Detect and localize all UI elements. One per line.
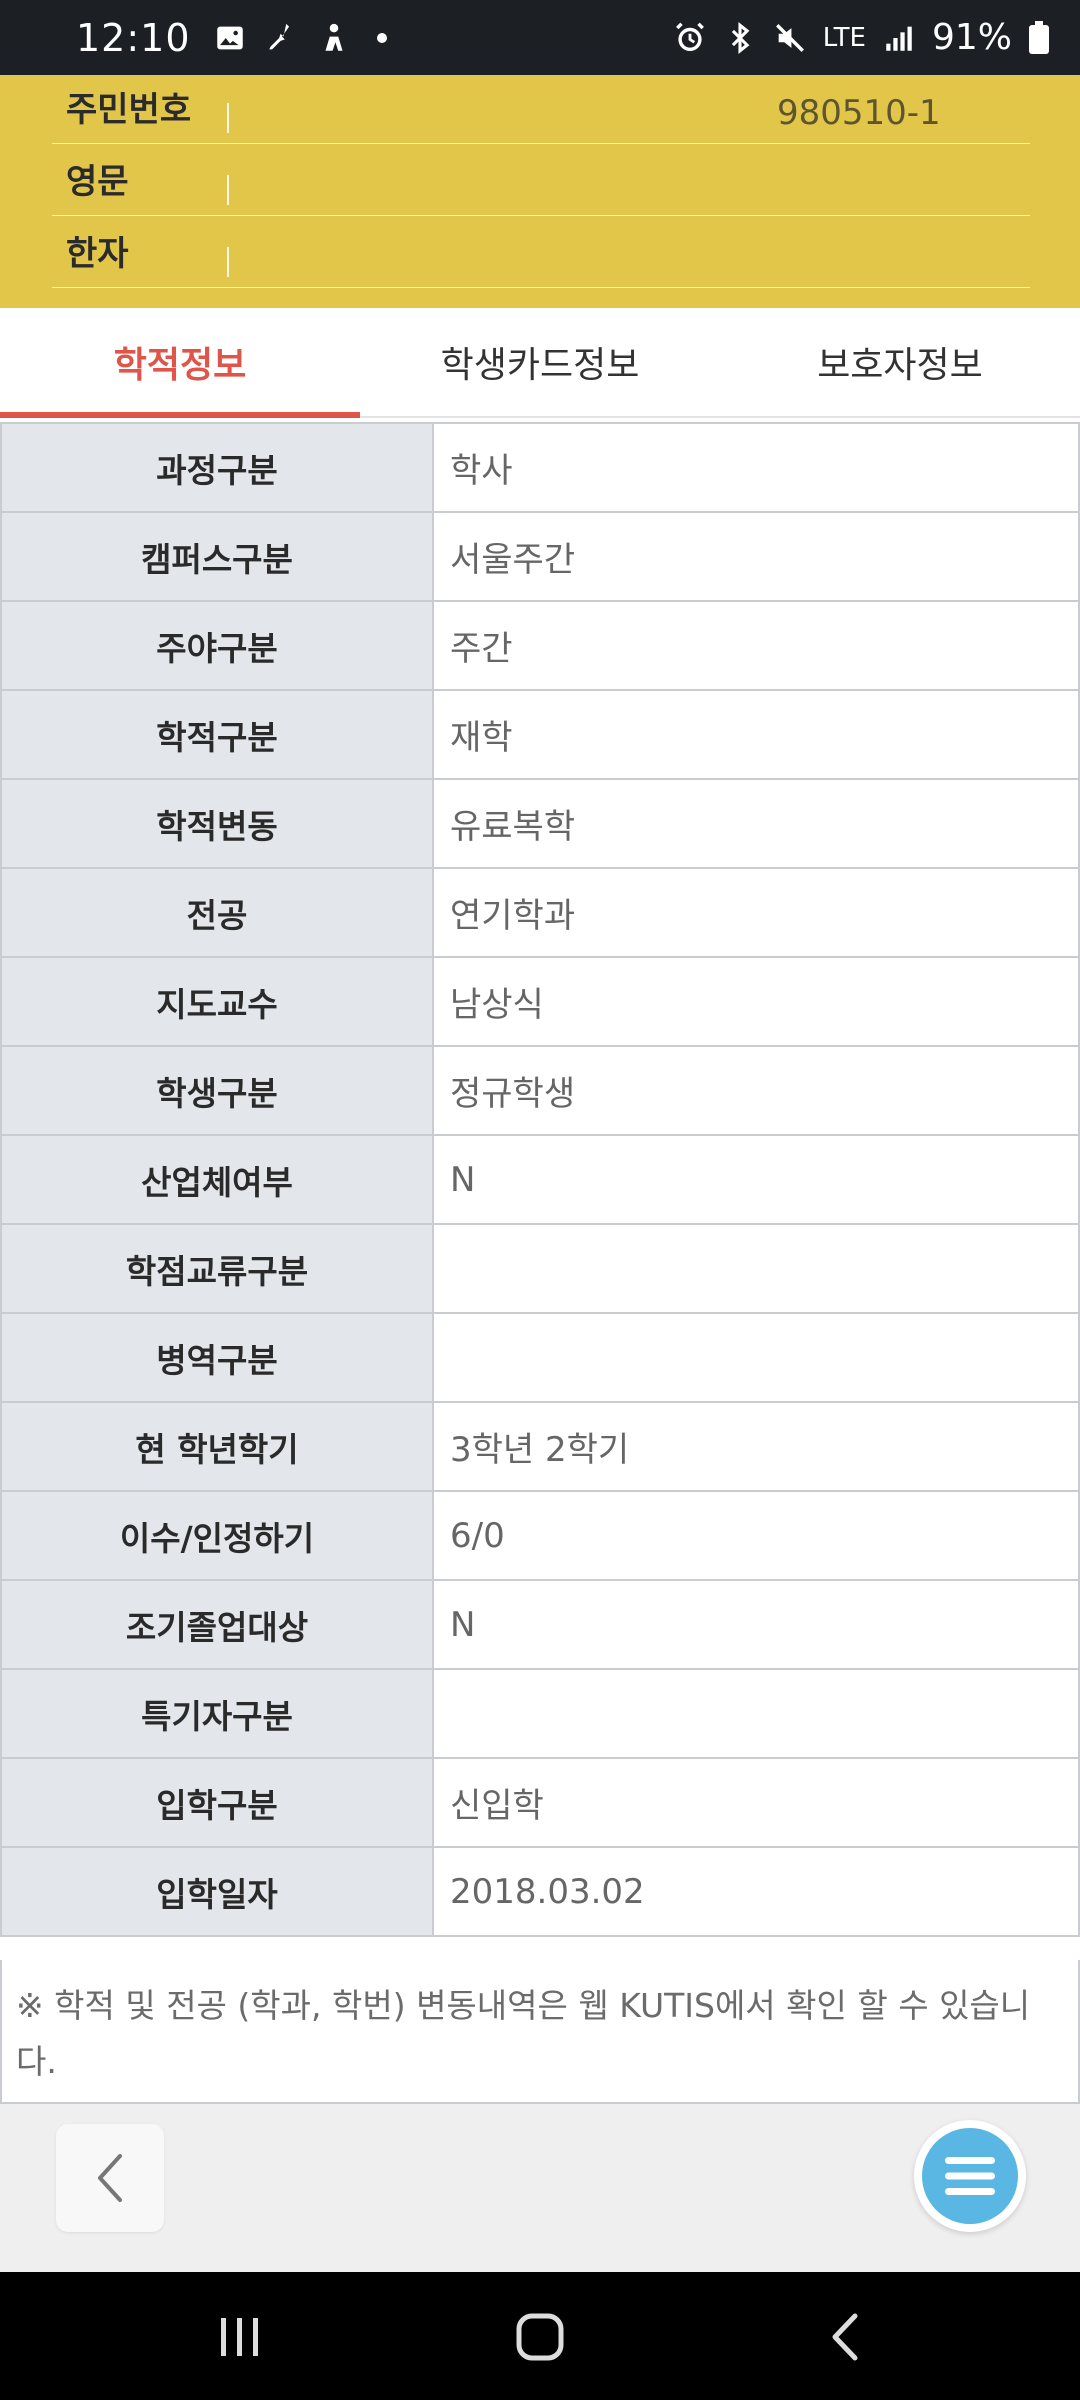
row-value: 2018.03.02 (432, 1846, 1080, 1937)
tab-guardian-info[interactable]: 보호자정보 (720, 308, 1080, 416)
table-row: 전공 연기학과 (0, 867, 1080, 958)
recents-icon (221, 2318, 258, 2356)
profile-row-resident-number: 주민번호 980510-1 (52, 75, 1030, 144)
status-bar: 12:10 LTE 91% (0, 0, 1080, 75)
row-label: 학생구분 (0, 1045, 434, 1136)
row-label: 산업체여부 (0, 1134, 434, 1225)
home-button[interactable] (505, 2302, 575, 2372)
network-type: LTE (822, 22, 866, 53)
table-row: 지도교수 남상식 (0, 956, 1080, 1047)
row-value (432, 1312, 1080, 1403)
row-value: 서울주간 (432, 511, 1080, 602)
notification-icons (213, 21, 387, 55)
battery-icon (1029, 20, 1049, 54)
bottom-action-bar (0, 2104, 1080, 2272)
row-value: N (432, 1579, 1080, 1670)
row-value: 주간 (432, 600, 1080, 691)
table-row: 학적구분 재학 (0, 689, 1080, 780)
profile-label: 주민번호 (66, 90, 192, 130)
row-label: 주야구분 (0, 600, 434, 691)
system-back-button[interactable] (810, 2302, 880, 2372)
profile-label: 한자 (66, 234, 129, 274)
menu-button-inner (922, 2128, 1018, 2224)
table-row: 캠퍼스구분 서울주간 (0, 511, 1080, 602)
profile-value: 980510-1 (777, 93, 941, 133)
recents-button[interactable] (205, 2302, 275, 2372)
row-label: 과정구분 (0, 422, 434, 513)
academic-info-table: 과정구분 학사 캠퍼스구분 서울주간 주야구분 주간 학적구분 재학 학적변동 유료복학 전공 연기학… (0, 422, 1080, 1937)
table-row: 조기졸업대상 N (0, 1579, 1080, 1670)
profile-label: 영문 (66, 162, 129, 202)
row-label: 학점교류구분 (0, 1223, 434, 1314)
notice-text: ※ 학적 및 전공 (학과, 학번) 변동내역은 웹 KUTIS에서 확인 할 … (0, 1960, 1080, 2104)
profile-row-chinese-name: 한자 (52, 215, 1030, 288)
signal-icon (886, 26, 912, 51)
row-value: 연기학과 (432, 867, 1080, 958)
table-row: 특기자구분 (0, 1668, 1080, 1759)
battery-percent: 91% (931, 17, 1012, 58)
alarm-icon (675, 22, 704, 51)
divider (227, 247, 229, 277)
row-label: 조기졸업대상 (0, 1579, 434, 1670)
broom-icon (268, 23, 289, 49)
row-label: 이수/인정하기 (0, 1490, 434, 1581)
mute-icon (775, 23, 804, 52)
chevron-left-icon (98, 2154, 122, 2202)
menu-button[interactable] (914, 2120, 1026, 2232)
divider (227, 175, 229, 205)
tab-academic-info[interactable]: 학적정보 (0, 308, 360, 418)
row-value: 유료복학 (432, 778, 1080, 869)
table-row: 산업체여부 N (0, 1134, 1080, 1225)
row-value: 6/0 (432, 1490, 1080, 1581)
bluetooth-icon (731, 21, 750, 54)
gallery-icon (216, 26, 243, 49)
home-icon (516, 2313, 564, 2361)
system-navigation-bar (0, 2272, 1080, 2400)
row-label: 특기자구분 (0, 1668, 434, 1759)
tab-bar: 학적정보 학생카드정보 보호자정보 (0, 308, 1080, 418)
row-label: 병역구분 (0, 1312, 434, 1403)
table-row: 이수/인정하기 6/0 (0, 1490, 1080, 1581)
row-value: 신입학 (432, 1757, 1080, 1848)
table-row: 현 학년학기 3학년 2학기 (0, 1401, 1080, 1492)
profile-row-english-name: 영문 (52, 143, 1030, 216)
row-label: 학적변동 (0, 778, 434, 869)
row-label: 입학일자 (0, 1846, 434, 1937)
row-value: 남상식 (432, 956, 1080, 1047)
table-row: 학생구분 정규학생 (0, 1045, 1080, 1136)
status-time: 12:10 (76, 15, 191, 60)
hamburger-menu-icon (945, 2157, 995, 2195)
row-label: 캠퍼스구분 (0, 511, 434, 602)
row-label: 현 학년학기 (0, 1401, 434, 1492)
row-value: 3학년 2학기 (432, 1401, 1080, 1492)
table-row: 입학일자 2018.03.02 (0, 1846, 1080, 1937)
table-row: 입학구분 신입학 (0, 1757, 1080, 1848)
profile-header: 주민번호 980510-1 영문 한자 (0, 75, 1080, 308)
row-value: 학사 (432, 422, 1080, 513)
row-label: 전공 (0, 867, 434, 958)
more-notifications-dot (376, 32, 387, 43)
system-status: LTE 91% (673, 17, 1050, 58)
tab-student-card-info[interactable]: 학생카드정보 (360, 308, 720, 416)
row-value (432, 1668, 1080, 1759)
person-icon (325, 23, 343, 51)
row-label: 입학구분 (0, 1757, 434, 1848)
row-value: 정규학생 (432, 1045, 1080, 1136)
back-icon (832, 2313, 858, 2361)
table-row: 학점교류구분 (0, 1223, 1080, 1314)
row-value (432, 1223, 1080, 1314)
row-value: 재학 (432, 689, 1080, 780)
table-row: 학적변동 유료복학 (0, 778, 1080, 869)
row-label: 학적구분 (0, 689, 434, 780)
divider (227, 103, 229, 133)
table-row: 병역구분 (0, 1312, 1080, 1403)
table-row: 주야구분 주간 (0, 600, 1080, 691)
row-value: N (432, 1134, 1080, 1225)
back-button[interactable] (56, 2124, 164, 2232)
row-label: 지도교수 (0, 956, 434, 1047)
table-row: 과정구분 학사 (0, 422, 1080, 513)
